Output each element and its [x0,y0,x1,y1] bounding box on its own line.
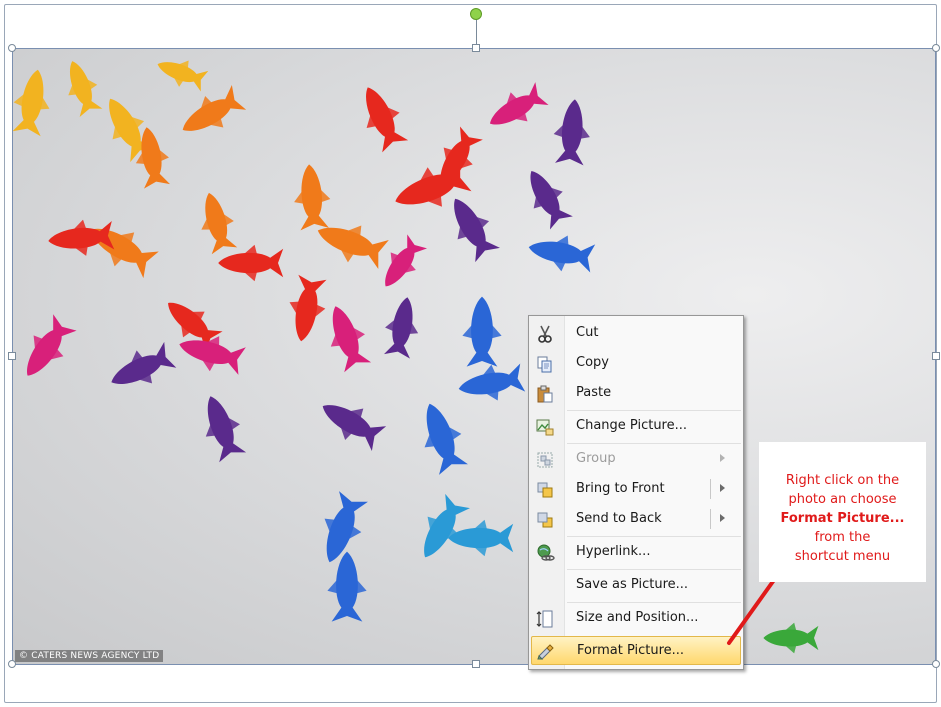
photo-credit: © CATERS NEWS AGENCY LTD [15,650,164,662]
resize-handle-top-right[interactable] [932,44,940,52]
menu-separator [567,443,741,444]
menu-item-bring-to-front[interactable]: Bring to Front [531,475,741,504]
menu-item-save-as-picture-label: Save as Picture... [576,577,689,592]
resize-handle-bottom-right[interactable] [932,660,940,668]
menu-item-group-label: Group [576,451,616,466]
menu-item-format-picture[interactable]: Format Picture... [531,636,741,665]
submenu-arrow-icon [720,454,725,462]
resize-handle-left[interactable] [8,352,16,360]
orange-koi-fish [80,212,161,282]
menu-item-group: Group [531,445,741,474]
size-position-icon [536,610,553,628]
split-divider [710,509,711,529]
paste-icon [537,385,553,403]
copy-icon [537,356,552,373]
bring-to-front-icon [537,482,553,498]
menu-item-cut[interactable]: Cut [531,319,741,348]
submenu-arrow-icon[interactable] [720,484,725,492]
blue-koi-fish [327,551,367,622]
cyan-koi-fish [448,519,514,557]
menu-item-bring-to-front-label: Bring to Front [576,481,665,496]
magenta-koi-fish [12,312,80,387]
menu-separator [567,602,741,603]
resize-handle-bottom[interactable] [472,660,480,668]
red-koi-fish [351,79,412,154]
split-divider [710,479,711,499]
orange-koi-fish [290,162,333,231]
callout-line-4: from the [814,530,871,545]
blue-koi-fish [525,229,596,277]
resize-handle-top-left[interactable] [8,44,16,52]
magenta-koi-fish [481,79,551,139]
menu-item-copy-label: Copy [576,355,609,370]
menu-item-send-to-back[interactable]: Send to Back [531,505,741,534]
callout-line-3: Format Picture... [759,509,926,528]
yellow-koi-fish [12,66,56,137]
menu-item-change-picture[interactable]: Change Picture... [531,412,741,441]
orange-koi-fish [192,188,241,256]
menu-separator [567,410,741,411]
callout-line-5: shortcut menu [794,549,891,564]
rotate-handle[interactable] [470,8,482,20]
menu-item-size-and-position-label: Size and Position... [576,610,699,625]
purple-koi-fish [103,338,178,399]
menu-item-size-and-position[interactable]: Size and Position... [531,604,741,633]
resize-handle-right[interactable] [932,352,940,360]
context-menu: Cut Copy Paste Change Picture... Group B… [528,315,744,670]
menu-separator [567,569,741,570]
group-icon [537,452,553,468]
callout-emphasis: Format Picture... [780,511,905,526]
menu-item-copy[interactable]: Copy [531,349,741,378]
yellow-koi-fish [57,55,106,119]
callout-line-2: photo an choose [788,492,897,507]
red-koi-fish [218,244,284,282]
callout-line-1: Right click on the [785,473,900,488]
scissors-icon [538,325,552,343]
submenu-arrow-icon[interactable] [720,514,725,522]
rotation-stem [476,18,477,46]
menu-item-paste[interactable]: Paste [531,379,741,408]
blue-koi-fish [411,397,472,477]
green-koi-fish [763,622,819,654]
menu-item-hyperlink[interactable]: Hyperlink... [531,538,741,567]
menu-item-hyperlink-label: Hyperlink... [576,544,651,559]
cyan-koi-fish [409,491,474,567]
send-to-back-icon [537,512,553,528]
purple-koi-fish [551,97,594,166]
magenta-koi-fish [318,300,375,374]
red-koi-fish [46,217,115,260]
purple-koi-fish [313,390,389,455]
menu-item-save-as-picture[interactable]: Save as Picture... [531,571,741,600]
yellow-koi-fish [152,50,210,95]
blue-koi-fish [311,489,372,569]
blue-koi-fish [455,359,526,407]
instruction-callout: Right click on the photo an choose Forma… [759,442,926,582]
red-koi-fish [283,274,331,345]
change-picture-icon [536,419,554,436]
resize-handle-bottom-left[interactable] [8,660,16,668]
menu-item-change-picture-label: Change Picture... [576,418,688,433]
purple-koi-fish [516,162,576,232]
menu-item-cut-label: Cut [576,325,599,340]
orange-koi-fish [173,81,249,146]
menu-item-paste-label: Paste [576,385,612,400]
hyperlink-icon [537,544,555,561]
menu-item-format-picture-label: Format Picture... [577,643,685,658]
document-canvas: © CATERS NEWS AGENCY LTD Cut Copy Paste … [0,0,941,707]
format-picture-icon [537,644,554,660]
blue-koi-fish [462,296,502,367]
menu-separator [567,536,741,537]
purple-koi-fish [439,189,504,265]
purple-koi-fish [380,294,424,360]
menu-item-send-to-back-label: Send to Back [576,511,662,526]
resize-handle-top[interactable] [472,44,480,52]
purple-koi-fish [193,390,250,464]
magenta-koi-fish [372,232,430,296]
